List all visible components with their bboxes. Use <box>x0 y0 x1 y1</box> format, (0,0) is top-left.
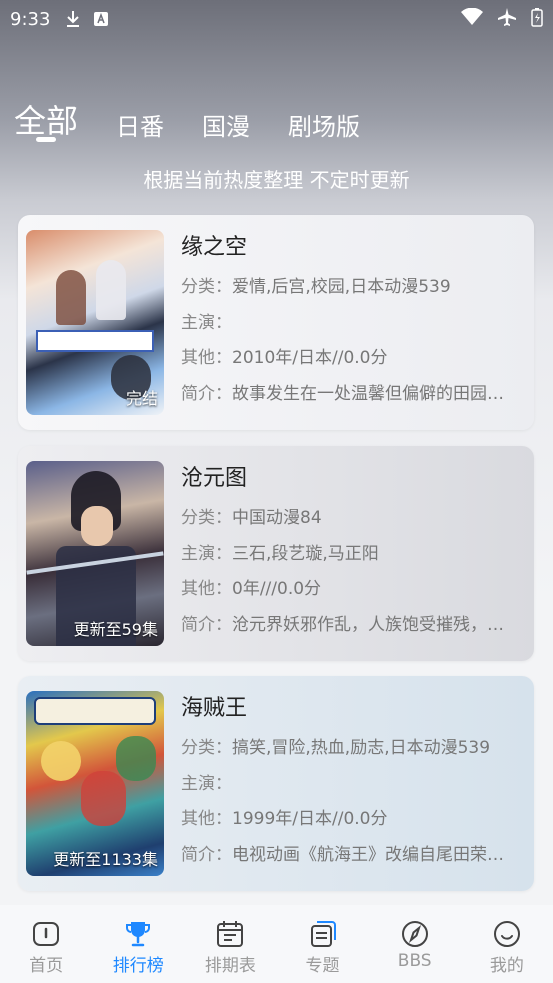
item-intro: 简介：沧元界妖邪作乱，人族饱受摧残，… <box>181 614 504 635</box>
item-cast: 主演： <box>181 312 232 333</box>
nav-schedule[interactable]: 排期表 <box>184 919 276 976</box>
airplane-mode-icon <box>497 7 517 31</box>
poster-image: 更新至59集 <box>26 461 164 646</box>
trophy-icon <box>126 922 151 947</box>
ranking-subtitle: 根据当前热度整理 不定时更新 <box>143 168 410 192</box>
item-category: 分类：搞笑,冒险,热血,励志,日本动漫539 <box>181 738 491 758</box>
tab-japanese[interactable]: 日番 <box>116 107 164 142</box>
tab-chinese[interactable]: 国漫 <box>202 107 250 142</box>
tab-movie[interactable]: 剧场版 <box>288 107 360 142</box>
battery-icon <box>531 7 543 31</box>
tab-all[interactable]: 全部 <box>14 96 78 142</box>
item-intro: 简介：故事发生在一处温馨但偏僻的田园… <box>181 383 504 404</box>
item-title: 沧元图 <box>181 466 248 491</box>
item-cast: 主演：三石,段艺璇,马正阳 <box>181 543 379 564</box>
bottom-navigation: 首页 排行榜 排期表 专题 BBS 我的 <box>0 905 553 983</box>
home-icon <box>33 922 60 946</box>
wifi-icon <box>461 7 483 30</box>
category-tabs: 全部 日番 国漫 剧场版 <box>0 92 553 142</box>
nav-bbs[interactable]: BBS <box>369 919 461 971</box>
item-other: 其他：2010年/日本//0.0分 <box>181 348 388 368</box>
profile-icon <box>493 921 520 947</box>
status-time: 9:33 <box>10 8 51 30</box>
list-item[interactable]: 更新至1133集 海贼王 分类：搞笑,冒险,热血,励志,日本动漫539 主演： … <box>18 676 534 891</box>
app-notification-icon <box>92 10 110 28</box>
list-item[interactable]: 更新至59集 沧元图 分类：中国动漫84 主演：三石,段艺璇,马正阳 其他：0年… <box>18 446 534 661</box>
nav-topics[interactable]: 专题 <box>277 919 369 976</box>
nav-home-label: 首页 <box>29 956 64 976</box>
calendar-icon <box>217 921 244 947</box>
episode-badge: 更新至59集 <box>73 620 158 639</box>
nav-home[interactable]: 首页 <box>0 919 92 976</box>
poster-image: 更新至1133集 <box>26 691 164 876</box>
compass-icon <box>401 921 428 947</box>
episode-badge: 更新至1133集 <box>53 850 158 869</box>
list-item[interactable]: 完结 缘之空 分类：爱情,后宫,校园,日本动漫539 主演： 其他：2010年/… <box>18 215 534 430</box>
nav-profile[interactable]: 我的 <box>461 919 553 976</box>
item-category: 分类：爱情,后宫,校园,日本动漫539 <box>181 277 451 297</box>
tab-indicator <box>36 137 56 142</box>
item-other: 其他：0年///0.0分 <box>181 579 322 599</box>
nav-profile-label: 我的 <box>489 956 524 976</box>
item-intro: 简介：电视动画《航海王》改编自尾田荣… <box>181 844 504 865</box>
poster-image: 完结 <box>26 230 164 415</box>
nav-bbs-label: BBS <box>397 951 432 971</box>
nav-schedule-label: 排期表 <box>204 956 256 976</box>
item-title: 海贼王 <box>181 696 248 721</box>
status-bar: 9:33 <box>0 0 553 38</box>
nav-topics-label: 专题 <box>305 956 340 976</box>
item-other: 其他：1999年/日本//0.0分 <box>181 809 388 829</box>
nav-ranking-label: 排行榜 <box>112 956 164 976</box>
episode-badge: 完结 <box>125 389 158 408</box>
topic-icon <box>310 921 336 947</box>
download-icon <box>64 10 82 28</box>
nav-ranking[interactable]: 排行榜 <box>92 919 184 976</box>
item-title: 缘之空 <box>181 235 248 260</box>
item-category: 分类：中国动漫84 <box>181 508 322 528</box>
item-cast: 主演： <box>181 773 232 794</box>
